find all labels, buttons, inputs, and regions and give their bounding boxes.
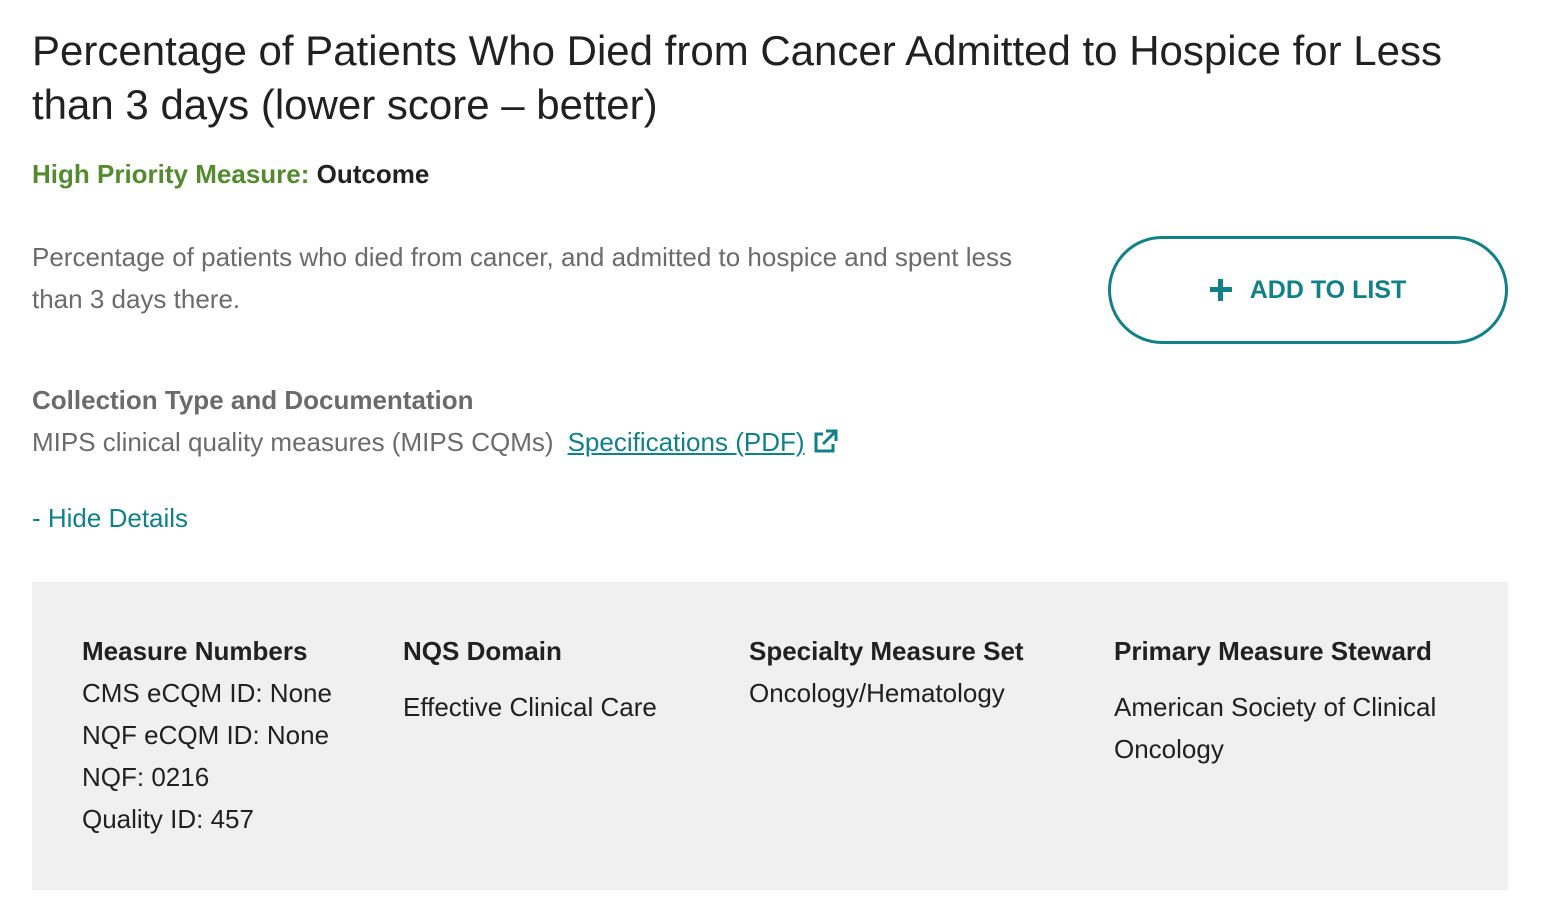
hide-details-toggle[interactable]: - Hide Details <box>32 500 188 536</box>
collection-row: MIPS clinical quality measures (MIPS CQM… <box>32 424 839 460</box>
collection-type: MIPS clinical quality measures (MIPS CQM… <box>32 427 554 457</box>
priority-value: Outcome <box>316 159 430 189</box>
nqs-domain-heading: NQS Domain <box>403 636 562 666</box>
measure-description: Percentage of patients who died from can… <box>32 242 1012 314</box>
measure-numbers-column: Measure Numbers CMS eCQM ID: None NQF eC… <box>82 630 382 840</box>
specifications-link-label: Specifications (PDF) <box>567 427 805 457</box>
nqs-domain-column: NQS Domain Effective Clinical Care <box>403 630 723 728</box>
specifications-link[interactable]: Specifications (PDF) <box>568 424 839 460</box>
cms-ecqm-id: CMS eCQM ID: None <box>82 678 332 708</box>
plus-icon <box>1209 279 1232 301</box>
measure-numbers-heading: Measure Numbers <box>82 636 308 666</box>
nqf-number: NQF: 0216 <box>82 762 210 792</box>
priority-measure: High Priority Measure: Outcome <box>32 156 429 192</box>
steward-heading: Primary Measure Steward <box>1114 636 1432 666</box>
specialty-column: Specialty Measure Set Oncology/Hematolog… <box>749 630 1089 714</box>
details-panel: Measure Numbers CMS eCQM ID: None NQF eC… <box>32 582 1508 890</box>
measure-page: Percentage of Patients Who Died from Can… <box>0 0 1546 918</box>
add-to-list-button[interactable]: ADD TO LIST <box>1108 236 1508 344</box>
nqs-domain-value: Effective Clinical Care <box>403 692 657 722</box>
quality-id: Quality ID: 457 <box>82 804 254 834</box>
specialty-value: Oncology/Hematology <box>749 678 1005 708</box>
add-to-list-label: ADD TO LIST <box>1249 275 1407 304</box>
external-link-icon <box>811 428 839 456</box>
specialty-heading: Specialty Measure Set <box>749 636 1024 666</box>
priority-label: High Priority Measure: <box>32 159 310 189</box>
page-title: Percentage of Patients Who Died from Can… <box>32 27 1443 128</box>
steward-value: American Society of Clinical Oncology <box>1114 692 1437 764</box>
collection-heading: Collection Type and Documentation <box>32 385 474 415</box>
steward-column: Primary Measure Steward American Society… <box>1114 630 1454 770</box>
nqf-ecqm-id: NQF eCQM ID: None <box>82 720 330 750</box>
